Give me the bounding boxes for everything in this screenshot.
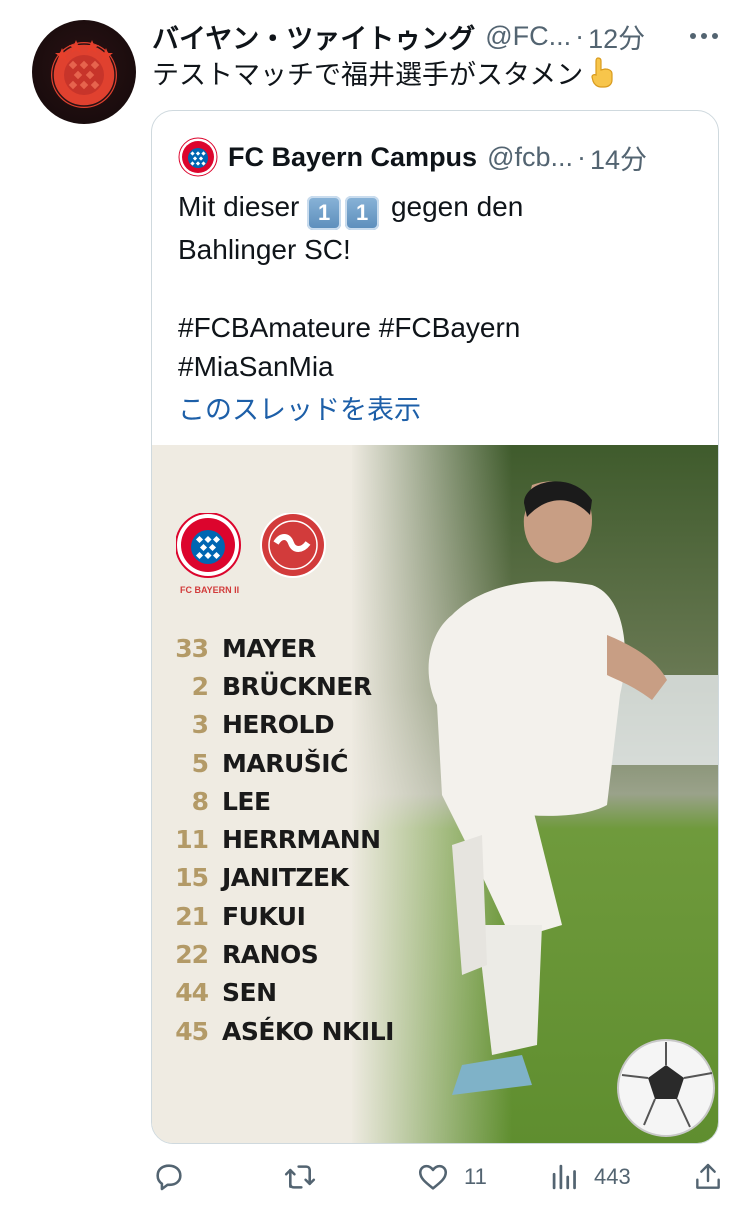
team-logos-icon (175, 512, 326, 578)
heart-icon (418, 1164, 448, 1190)
author-display-name[interactable]: バイヤン・ツァイトゥング (152, 17, 475, 56)
separator-dot: · (575, 20, 585, 51)
lineup-row: 45 ASÉKO NKILI (172, 1012, 394, 1050)
like-button[interactable]: 11 (416, 1155, 487, 1199)
share-icon (696, 1163, 720, 1189)
lineup-number: 44 (175, 978, 209, 1008)
lineup-row: 2 BRÜCKNER (172, 667, 394, 705)
quoted-hashtags[interactable]: #FCBAmateure #FCBayern (178, 308, 698, 347)
lineup-row: 8 LEE (172, 782, 394, 820)
team-logos (175, 512, 336, 588)
quoted-text-line: Bahlinger SC! (178, 234, 351, 265)
lineup-row: 22 RANOS (172, 935, 394, 973)
share-button[interactable] (692, 1155, 724, 1199)
keycap-one-icon: 1 (307, 196, 342, 230)
quoted-tweet-text: Mit dieser 11 gegen den Bahlinger SC! #F… (178, 187, 698, 386)
lineup-player-name: FUKUI (222, 901, 306, 931)
quoted-text-after: gegen den (390, 191, 524, 222)
tweet-header: バイヤン・ツァイトゥング @FC... · 12分 (152, 18, 732, 54)
lineup-row: 5 MARUŠIĆ (172, 744, 394, 782)
tweet-timestamp[interactable]: 12分 (588, 17, 645, 56)
fc-bayern-logo-icon[interactable] (178, 137, 218, 177)
lineup-number: 5 (191, 748, 209, 778)
lineup-player-name: LEE (222, 786, 271, 816)
more-dot (712, 33, 718, 39)
quoted-timestamp[interactable]: 14分 (590, 138, 647, 177)
lineup-number: 3 (191, 710, 209, 740)
lineup-player-name: HERRMANN (222, 825, 381, 855)
lineup-player-name: JANITZEK (222, 863, 349, 893)
quoted-text-before: Mit dieser (178, 191, 300, 222)
lineup-player-name: SEN (222, 978, 277, 1008)
more-dot (701, 33, 707, 39)
lineup-player-name: RANOS (222, 940, 319, 970)
lineup-number: 2 (191, 671, 209, 701)
fc-bayern-crest-icon (51, 40, 117, 108)
views-button[interactable]: 443 (550, 1155, 631, 1199)
author-avatar[interactable] (32, 20, 136, 124)
lineup-number: 21 (175, 901, 209, 931)
lineup-number: 22 (175, 940, 209, 970)
quoted-tweet-card[interactable]: FC Bayern Campus @fcb... · 14分 Mit diese… (151, 110, 719, 1144)
retweet-icon (284, 1165, 316, 1189)
lineup-player-name: MAYER (222, 633, 316, 663)
keycap-one-icon: 1 (345, 196, 380, 230)
quoted-handle[interactable]: @fcb... (487, 142, 573, 173)
lineup-row: 11 HERRMANN (172, 820, 394, 858)
lineup-number: 8 (191, 786, 209, 816)
lineup-player-name: HEROLD (222, 710, 335, 740)
lineup-row: 21 FUKUI (172, 897, 394, 935)
tweet[interactable]: バイヤン・ツァイトゥング @FC... · 12分 テストマッチで福井選手がスタ… (0, 0, 750, 1218)
lineup-player-name: MARUŠIĆ (222, 748, 348, 778)
reply-button[interactable] (152, 1155, 186, 1199)
lineup-row: 3 HEROLD (172, 706, 394, 744)
quoted-tweet-header: FC Bayern Campus @fcb... · 14分 (178, 137, 698, 177)
tweet-text: テストマッチで福井選手がスタメン (152, 56, 732, 93)
quoted-text-blank (178, 269, 698, 308)
separator-dot: · (577, 141, 587, 172)
more-options-button[interactable] (690, 18, 718, 54)
lineup-number: 33 (175, 633, 209, 663)
lineup-list: 33 MAYER 2 BRÜCKNER 3 HEROLD 5 MARUŠIĆ 8 LEE … (172, 629, 394, 1050)
lineup-row: 33 MAYER (172, 629, 394, 667)
quoted-hashtags[interactable]: #MiaSanMia (178, 347, 698, 386)
quoted-display-name[interactable]: FC Bayern Campus (228, 142, 477, 173)
like-count: 11 (464, 1164, 487, 1189)
lineup-number: 15 (175, 863, 209, 893)
lineup-number: 11 (175, 825, 209, 855)
retweet-button[interactable] (282, 1155, 318, 1199)
quoted-text-line: Mit dieser 11 gegen den (178, 187, 698, 230)
views-icon (552, 1164, 576, 1190)
tweet-action-bar: 11 443 (152, 1155, 732, 1199)
team-caption: FC BAYERN II (180, 585, 240, 595)
reply-icon (156, 1164, 182, 1191)
show-thread-link[interactable]: このスレッドを表示 (178, 388, 421, 427)
pointing-down-hand-icon (591, 57, 613, 88)
lineup-row: 15 JANITZEK (172, 859, 394, 897)
tweet-body: テストマッチで福井選手がスタメン (152, 60, 584, 90)
lineup-number: 45 (175, 1016, 209, 1046)
lineup-row: 44 SEN (172, 974, 394, 1012)
lineup-image[interactable]: FC BAYERN II 33 MAYER 2 BRÜCKNER 3 HEROLD 5… (152, 445, 718, 1143)
football-icon (617, 1039, 715, 1137)
author-handle[interactable]: @FC... (485, 21, 571, 52)
lineup-player-name: BRÜCKNER (222, 671, 372, 701)
views-count: 443 (594, 1164, 631, 1189)
more-dot (690, 33, 696, 39)
lineup-player-name: ASÉKO NKILI (222, 1016, 394, 1046)
